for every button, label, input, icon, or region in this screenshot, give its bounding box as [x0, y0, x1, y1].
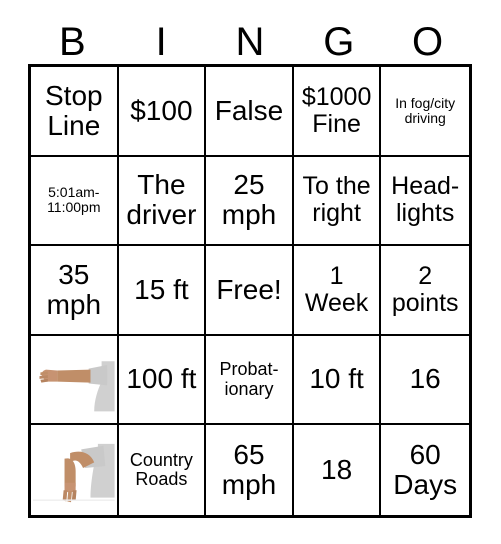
bingo-cell-text: 5:01am-11:00pm: [47, 184, 101, 216]
bingo-cell-text: False: [214, 94, 284, 126]
bingo-cell-g2[interactable]: To the right: [293, 156, 382, 247]
bingo-cell-g5[interactable]: 18: [293, 425, 382, 515]
bingo-cell-b2[interactable]: 5:01am-11:00pm: [31, 156, 119, 247]
arm-extended-left-turn-signal-icon: [33, 338, 115, 421]
bingo-cell-text: 60 Days: [393, 438, 458, 501]
header-letter-i: I: [155, 20, 167, 64]
bingo-cell-i2[interactable]: The driver: [118, 156, 207, 247]
bingo-cell-text: In fog/city driving: [395, 94, 456, 126]
header-letter-b: B: [59, 20, 86, 64]
bingo-cell-text: 35 mph: [46, 258, 102, 320]
bingo-cell-text: Probat- ionary: [219, 359, 279, 399]
bingo-cell-b1[interactable]: Stop Line: [31, 67, 119, 157]
bingo-cell-text: 100 ft: [126, 363, 197, 395]
bingo-cell-g1[interactable]: $1000 Fine: [293, 67, 382, 157]
bingo-cell-i5[interactable]: Country Roads: [118, 425, 207, 515]
header-letter-n: N: [235, 20, 265, 64]
bingo-cell-n1[interactable]: False: [206, 67, 294, 157]
bingo-cell-o2[interactable]: Head- lights: [381, 156, 469, 247]
bingo-cell-b5[interactable]: [31, 425, 119, 515]
bingo-cell-b3[interactable]: 35 mph: [31, 246, 119, 336]
arm-down-slow-stop-signal-icon: [33, 429, 115, 511]
bingo-cell-g4[interactable]: 10 ft: [293, 335, 382, 426]
bingo-cell-text: Head- lights: [391, 172, 460, 228]
bingo-cell-n5[interactable]: 65 mph: [206, 425, 294, 515]
bingo-cell-i1[interactable]: $100: [118, 67, 207, 157]
bingo-cell-text: Stop Line: [44, 79, 103, 141]
bingo-cell-text: Free!: [216, 273, 282, 305]
bingo-cell-n4[interactable]: Probat- ionary: [206, 335, 294, 426]
header-letter-g: G: [323, 20, 355, 64]
bingo-cell-text: 1 Week: [304, 261, 369, 317]
bingo-cell-text: 15 ft: [134, 273, 189, 305]
bingo-cell-n2[interactable]: 25 mph: [206, 156, 294, 247]
bingo-cell-o3[interactable]: 2 points: [381, 246, 469, 336]
bingo-header: B I N G O: [28, 18, 472, 64]
bingo-cell-i3[interactable]: 15 ft: [118, 246, 207, 336]
bingo-cell-text: 18: [321, 454, 353, 486]
bingo-cell-i4[interactable]: 100 ft: [118, 335, 207, 426]
bingo-cell-text: 65 mph: [221, 438, 277, 501]
bingo-cell-text: Country Roads: [129, 449, 193, 490]
bingo-cell-o1[interactable]: In fog/city driving: [381, 67, 469, 157]
bingo-cell-text: $1000 Fine: [301, 82, 372, 138]
bingo-cell-text: 25 mph: [221, 169, 277, 231]
bingo-cell-free-space[interactable]: Free!: [206, 246, 294, 336]
header-letter-o: O: [412, 20, 444, 64]
bingo-cell-o4[interactable]: 16: [381, 335, 469, 426]
bingo-cell-b4[interactable]: [31, 335, 119, 426]
bingo-cell-text: $100: [130, 94, 193, 126]
bingo-cell-text: The driver: [126, 169, 197, 231]
bingo-cell-o5[interactable]: 60 Days: [381, 425, 469, 515]
bingo-grid: Stop Line $100 False $1000 Fine In fog/c…: [28, 64, 472, 518]
bingo-cell-text: 16: [409, 363, 441, 395]
bingo-cell-g3[interactable]: 1 Week: [293, 246, 382, 336]
bingo-cell-text: 10 ft: [309, 363, 364, 395]
bingo-cell-text: To the right: [302, 172, 371, 228]
bingo-card: B I N G O Stop Line $100 False $1000 Fin…: [0, 0, 501, 544]
bingo-cell-text: 2 points: [391, 261, 459, 317]
